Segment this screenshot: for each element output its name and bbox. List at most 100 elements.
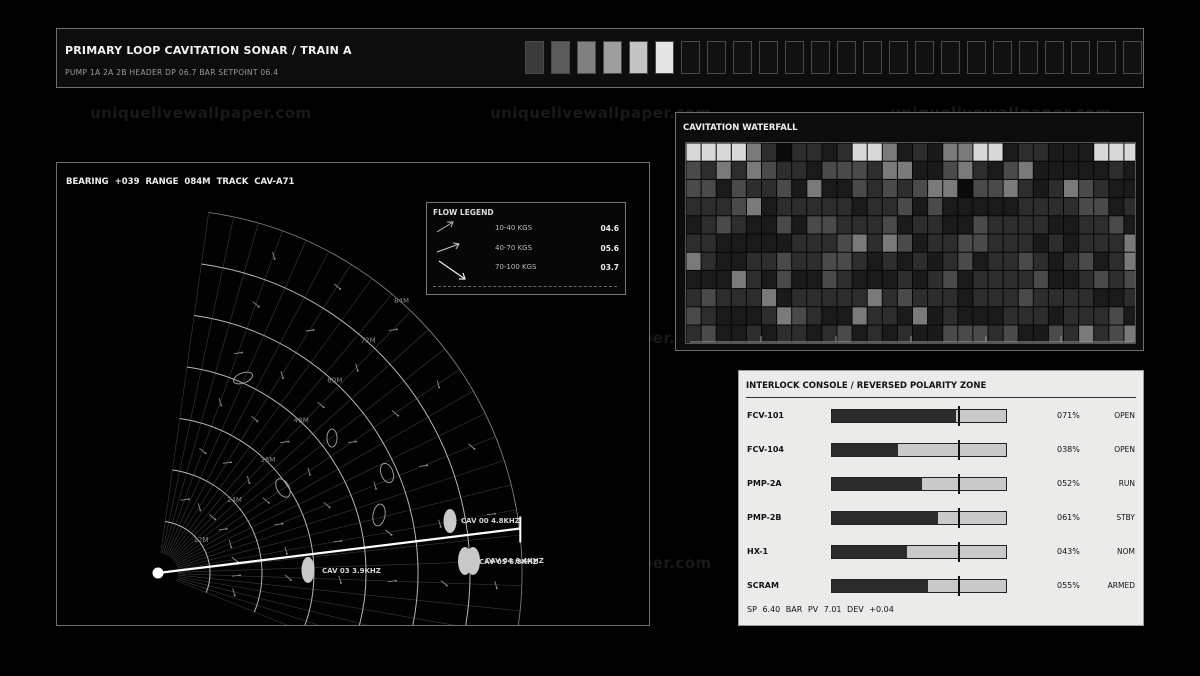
flow-arrow	[305, 329, 314, 332]
level-cell	[785, 41, 804, 74]
waterfall-cell	[973, 289, 988, 307]
waterfall-cell	[1124, 270, 1135, 289]
waterfall-cell	[1033, 234, 1048, 252]
flow-arrow	[468, 443, 475, 450]
waterfall-cell	[913, 289, 928, 307]
waterfall-cell	[1064, 252, 1079, 270]
setpoint-marker	[958, 406, 960, 426]
waterfall-cell	[1094, 179, 1109, 198]
legend-label: 70-100 KGS	[495, 263, 537, 271]
flow-arrow-head	[204, 452, 207, 455]
waterfall-cell	[852, 325, 867, 343]
waterfall-cell	[746, 198, 761, 216]
waterfall-cell	[1124, 216, 1135, 234]
waterfall-cell	[716, 289, 731, 307]
waterfall-cell	[928, 289, 943, 307]
waterfall-cell	[988, 234, 1003, 252]
setpoint-marker	[958, 440, 960, 460]
waterfall-cell	[1094, 325, 1109, 343]
level-cell	[941, 41, 960, 74]
waterfall-cell	[1064, 143, 1079, 161]
waterfall-cell	[852, 234, 867, 252]
console-percent: 052%	[1057, 479, 1080, 488]
waterfall-cell	[777, 270, 792, 289]
waterfall-cell	[1079, 307, 1094, 325]
waterfall-cell	[1109, 252, 1124, 270]
waterfall-cell	[1018, 234, 1033, 252]
console-level-fill	[832, 512, 939, 524]
console-tag: PMP-2A	[747, 479, 782, 488]
waterfall-cell	[1079, 325, 1094, 343]
waterfall-grid[interactable]	[685, 142, 1136, 344]
waterfall-cell	[1033, 198, 1048, 216]
legend-row: 40-70 KGS 05.6	[427, 242, 625, 256]
waterfall-cell	[897, 143, 912, 161]
waterfall-cell	[686, 325, 701, 343]
level-strip	[525, 41, 1142, 74]
waterfall-cell	[1079, 216, 1094, 234]
sonar-origin	[152, 567, 164, 579]
waterfall-cell	[1064, 179, 1079, 198]
waterfall-cell	[792, 216, 807, 234]
waterfall-cell	[701, 270, 716, 289]
sonar-panel[interactable]: 12M 24M 36M 48M 60M 72M 84M CAV 00 4.8KHZ CAV 03…	[56, 162, 650, 626]
flow-arrow	[180, 498, 189, 501]
waterfall-cell	[822, 325, 837, 343]
flow-arrow-head	[257, 305, 260, 308]
flow-arrow-head	[239, 574, 241, 577]
waterfall-cell	[822, 289, 837, 307]
legend-row: 70-100 KGS 03.7	[427, 260, 625, 280]
waterfall-cell	[897, 179, 912, 198]
level-cell	[681, 41, 700, 74]
waterfall-cell	[716, 216, 731, 234]
waterfall-cell	[958, 143, 973, 161]
waterfall-cell	[988, 325, 1003, 343]
waterfall-cell	[913, 216, 928, 234]
waterfall-cell	[1079, 289, 1094, 307]
level-cell	[655, 41, 674, 74]
flow-arrow-head	[312, 329, 315, 331]
waterfall-cell	[943, 270, 958, 289]
cavitation-target	[443, 509, 457, 533]
waterfall-cell	[943, 325, 958, 343]
waterfall-cell	[867, 143, 882, 161]
waterfall-cell	[1109, 161, 1124, 179]
level-cell	[1019, 41, 1038, 74]
waterfall-cell	[988, 216, 1003, 234]
waterfall-cell	[822, 143, 837, 161]
waterfall-cell	[762, 179, 777, 198]
console-row: FCV-104 038% OPEN	[739, 440, 1143, 461]
flow-arrow	[486, 513, 495, 516]
waterfall-cell	[928, 179, 943, 198]
waterfall-cell	[716, 270, 731, 289]
waterfall-cell	[1003, 161, 1018, 179]
waterfall-cell	[1048, 198, 1063, 216]
console-row: FCV-101 071% OPEN	[739, 406, 1143, 427]
waterfall-cell	[701, 289, 716, 307]
waterfall-cell	[701, 143, 716, 161]
waterfall-cell	[746, 325, 761, 343]
flow-arrow-head	[426, 464, 429, 467]
level-cell	[993, 41, 1012, 74]
waterfall-cell	[882, 198, 897, 216]
waterfall-cell	[973, 270, 988, 289]
flow-arrow-head	[289, 579, 292, 581]
flow-arrow-head	[225, 527, 228, 530]
waterfall-cell	[792, 234, 807, 252]
waterfall-cell	[852, 252, 867, 270]
header-panel: PRIMARY LOOP CAVITATION SONAR / TRAIN A …	[56, 28, 1144, 88]
setpoint-marker	[958, 542, 960, 562]
waterfall-cell	[1048, 252, 1063, 270]
cavitation-ring	[372, 503, 386, 527]
flow-arrow-head	[438, 386, 441, 389]
waterfall-cell	[777, 198, 792, 216]
sonar-range-label: 84M	[394, 297, 409, 305]
sonar-range-label: 48M	[294, 416, 309, 424]
flow-arrow-head	[214, 518, 217, 521]
waterfall-cell	[716, 252, 731, 270]
page-title: PRIMARY LOOP CAVITATION SONAR / TRAIN A	[65, 44, 352, 57]
level-cell	[1097, 41, 1116, 74]
flow-arrow	[222, 461, 231, 464]
sonar-spoke	[176, 580, 288, 625]
level-cell	[811, 41, 830, 74]
